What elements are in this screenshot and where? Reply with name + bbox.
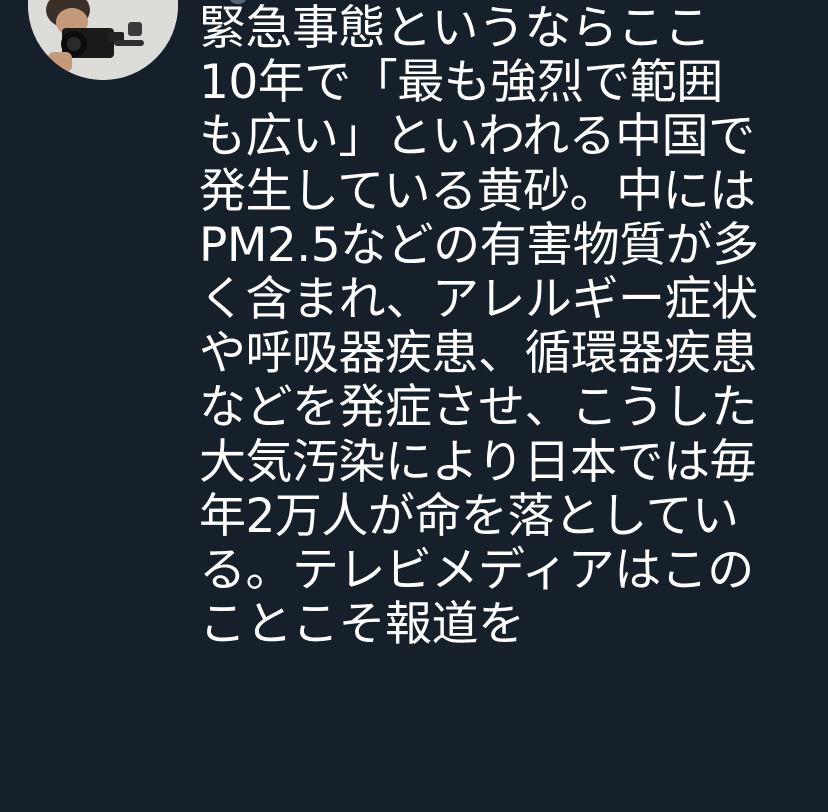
tweet-text-line: や呼吸器疾患、循環器疾患	[199, 326, 758, 382]
tweet-text-line: などを発症させ、こうした	[199, 380, 758, 436]
profile-photo-icon	[28, 0, 178, 80]
tweet-text-line: ことこそ報道を	[199, 597, 525, 653]
tweet-text-line: 大気汚染により日本では毎	[199, 434, 757, 490]
tweet: 緊急事態というならここ 10年で「最も強烈で範囲 も広い」といわれる中国で 発生…	[0, 0, 828, 812]
tweet-text-line: も広い」といわれる中国で	[199, 109, 755, 165]
tweet-text-line: 10年で「最も強烈で範囲	[199, 55, 723, 111]
tweet-text-line: PM2.5などの有害物質が多	[199, 217, 759, 273]
tweet-text: 緊急事態というならここ 10年で「最も強烈で範囲 も広い」といわれる中国で 発生…	[199, 1, 819, 653]
tweet-text-line: 発生している黄砂。中には	[199, 163, 756, 219]
tweet-text-line: く含まれ、アレルギー症状	[199, 271, 758, 327]
user-avatar[interactable]	[28, 0, 178, 80]
tweet-text-line: る。テレビメディアはこの	[199, 542, 754, 598]
tweet-text-line: 年2万人が命を落としてい	[199, 488, 739, 544]
tweet-text-line: 緊急事態というならここ	[199, 1, 711, 56]
